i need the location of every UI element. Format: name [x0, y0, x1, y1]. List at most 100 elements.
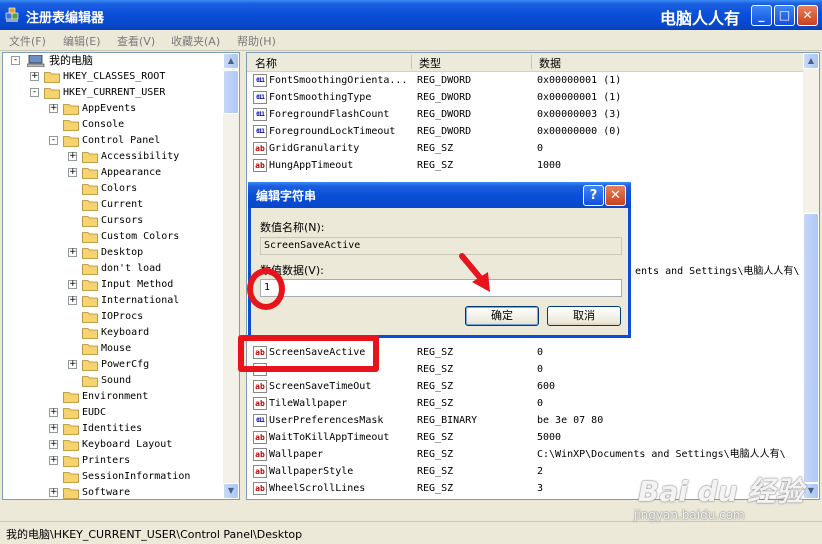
expand-icon[interactable]: + — [49, 456, 58, 465]
maximize-button[interactable]: □ — [774, 5, 795, 26]
expand-icon[interactable]: + — [68, 296, 77, 305]
value-type: REG_DWORD — [417, 92, 472, 103]
expand-icon[interactable]: + — [68, 248, 77, 257]
value-name: UserPreferencesMask — [269, 415, 384, 426]
value-type: REG_SZ — [417, 160, 454, 171]
list-header: 名称 类型 数据 — [247, 53, 803, 72]
folder-icon — [82, 232, 98, 243]
wallpaper-partial-data: ents and Settings\电脑人人有\ — [635, 266, 800, 277]
column-type[interactable]: 类型 — [419, 55, 441, 71]
value-type: REG_SZ — [417, 432, 454, 443]
expand-icon[interactable]: + — [68, 280, 77, 289]
value-data: 0 — [537, 398, 544, 409]
minimize-button[interactable]: _ — [751, 5, 772, 26]
expand-icon[interactable]: + — [49, 424, 58, 433]
value-row[interactable]: ab GridGranularity REG_SZ 0 — [247, 140, 803, 157]
folder-icon — [63, 488, 79, 499]
folder-icon — [82, 248, 98, 259]
cancel-button[interactable]: 取消 — [547, 306, 621, 326]
collapse-icon[interactable]: - — [30, 88, 39, 97]
value-data: 3 — [537, 483, 544, 494]
value-row[interactable]: 011 ForegroundFlashCount REG_DWORD 0x000000… — [247, 106, 803, 123]
folder-icon — [44, 72, 60, 83]
value-row[interactable]: ab HungAppTimeout REG_SZ 1000 — [247, 157, 803, 174]
folder-icon — [63, 424, 79, 435]
menu-edit[interactable]: 编辑(E) — [63, 33, 101, 49]
value-name: FontSmoothingOrienta... — [269, 75, 408, 86]
tree-item-label: EUDC — [82, 407, 107, 418]
watermark-logo: Bai du 经验 — [638, 475, 804, 508]
ok-button[interactable]: 确定 — [465, 306, 539, 326]
menu-help[interactable]: 帮助(H) — [237, 33, 276, 49]
scroll-thumb[interactable] — [223, 70, 239, 114]
collapse-icon[interactable]: - — [11, 56, 20, 65]
value-row[interactable]: 011 UserPreferencesMask REG_BINARY be 3e 07… — [247, 412, 803, 429]
value-type: REG_SZ — [417, 364, 454, 375]
value-row[interactable]: ab TileWallpaper REG_SZ 0 — [247, 395, 803, 412]
value-row[interactable]: 011 ForegroundLockTimeout REG_DWORD 0x00000… — [247, 123, 803, 140]
dialog-title-bar[interactable]: 编辑字符串 ? ✕ — [248, 182, 631, 208]
help-button[interactable]: ? — [583, 185, 604, 206]
folder-icon — [63, 120, 79, 131]
folder-icon — [82, 200, 98, 211]
expand-icon[interactable]: + — [68, 360, 77, 369]
expand-icon[interactable]: + — [49, 440, 58, 449]
value-type: REG_SZ — [417, 466, 454, 477]
value-row[interactable]: ab ScreenSaveTimeOut REG_SZ 600 — [247, 378, 803, 395]
expand-icon[interactable]: + — [68, 152, 77, 161]
edit-string-dialog: 编辑字符串 ? ✕ 数值名称(N): ScreenSaveActive 数值数据… — [248, 182, 631, 338]
expand-icon[interactable]: + — [49, 104, 58, 113]
tree-item-label: Printers — [82, 455, 131, 466]
expand-icon[interactable]: + — [68, 168, 77, 177]
value-type: REG_SZ — [417, 483, 454, 494]
window-title: 注册表编辑器 — [26, 11, 105, 26]
scroll-up-icon[interactable]: ▲ — [803, 53, 819, 69]
title-bar[interactable]: 注册表编辑器 电脑人人有 _ □ ✕ — [0, 0, 822, 30]
value-data: 0x00000001 (1) — [537, 75, 622, 86]
menu-favorites[interactable]: 收藏夹(A) — [171, 33, 220, 49]
value-name: GridGranularity — [269, 143, 360, 154]
close-button[interactable]: ✕ — [797, 5, 818, 26]
value-row[interactable]: ab Wallpaper REG_SZ C:\WinXP\Documents and … — [247, 446, 803, 463]
string-value-icon: ab — [253, 380, 267, 393]
expand-icon[interactable]: + — [49, 408, 58, 417]
binary-value-icon: 011 — [253, 414, 267, 427]
value-name: ForegroundFlashCount — [269, 109, 390, 120]
folder-icon — [82, 360, 98, 371]
tree-item-label: HKEY_CLASSES_ROOT — [63, 71, 166, 82]
value-name: WheelScrollLines — [269, 483, 366, 494]
menu-view[interactable]: 查看(V) — [117, 33, 155, 49]
scroll-up-icon[interactable]: ▲ — [223, 53, 239, 69]
tree-scrollbar[interactable]: ▲ ▼ — [223, 53, 239, 499]
folder-icon — [63, 472, 79, 483]
value-type: REG_DWORD — [417, 75, 472, 86]
column-name[interactable]: 名称 — [255, 55, 277, 71]
help-icon: ? — [589, 188, 598, 203]
expand-icon[interactable]: + — [30, 72, 39, 81]
brand-text: 电脑人人有 — [660, 9, 741, 28]
value-name: ScreenSaveTimeOut — [269, 381, 372, 392]
value-data: 5000 — [537, 432, 562, 443]
list-scrollbar[interactable]: ▲ ▼ — [803, 53, 819, 499]
value-row[interactable]: 011 FontSmoothingType REG_DWORD 0x00000001 … — [247, 89, 803, 106]
column-data[interactable]: 数据 — [539, 55, 561, 71]
folder-icon — [63, 408, 79, 419]
folder-icon — [63, 104, 79, 115]
folder-icon — [82, 216, 98, 227]
scroll-down-icon[interactable]: ▼ — [223, 483, 239, 499]
scroll-thumb[interactable] — [803, 213, 819, 483]
binary-value-icon: 011 — [253, 74, 267, 87]
collapse-icon[interactable]: - — [49, 136, 58, 145]
value-type: REG_SZ — [417, 449, 454, 460]
key-tree[interactable]: - 我的电脑 + HKEY_CLASSES_ROOT - HKEY_CURRENT_U… — [2, 52, 240, 500]
menu-file[interactable]: 文件(F) — [9, 33, 46, 49]
expand-icon[interactable]: + — [49, 488, 58, 497]
dialog-close-button[interactable]: ✕ — [605, 185, 626, 206]
column-separator — [531, 55, 532, 69]
value-data-input[interactable]: 1 — [260, 279, 622, 297]
value-row[interactable]: ab WaitToKillAppTimeout REG_SZ 5000 — [247, 429, 803, 446]
folder-icon — [63, 456, 79, 467]
tree-item-label: Sound — [101, 375, 132, 386]
folder-icon — [63, 136, 79, 147]
value-row[interactable]: 011 FontSmoothingOrienta... REG_DWORD 0x000… — [247, 72, 803, 89]
